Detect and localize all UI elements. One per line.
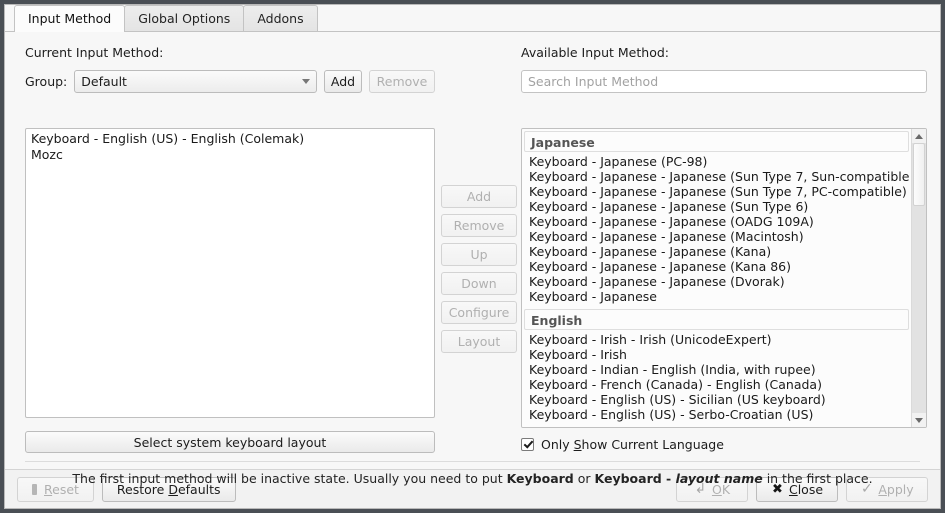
list-item[interactable]: Keyboard - English (US) - Serbo-Croatian… [523, 407, 910, 422]
triangle-down-icon [915, 417, 923, 423]
add-method-button[interactable]: Add [441, 185, 517, 208]
tab-input-method-label: Input Method [28, 11, 112, 26]
tab-global-options[interactable]: Global Options [124, 5, 245, 31]
only-show-current-language-checkbox[interactable] [521, 438, 534, 451]
scrollbar-track[interactable] [912, 143, 926, 413]
chevron-down-icon [302, 79, 310, 84]
hint-bold-keyboard-layout: Keyboard - [594, 471, 676, 486]
remove-group-button-label: Remove [376, 74, 428, 89]
list-item[interactable]: Keyboard - Japanese - Japanese (Sun Type… [523, 184, 910, 199]
list-item[interactable]: Keyboard - French (Canada) - English (Ca… [523, 377, 910, 392]
checkmark-icon: ✓ [860, 480, 873, 497]
configure-button[interactable]: Configure [441, 301, 517, 324]
x-icon: ✖ [772, 481, 783, 497]
current-input-method-label: Current Input Method: [25, 45, 164, 60]
move-up-button-label: Up [470, 247, 488, 262]
group-select-value: Default [81, 74, 127, 89]
hint-italic-layout-name: layout name [675, 471, 763, 486]
list-item[interactable]: Keyboard - Japanese - Japanese (Dvorak) [523, 274, 910, 289]
list-item[interactable]: Keyboard - Japanese - Japanese (OADG 109… [523, 214, 910, 229]
available-list-scrollbar[interactable] [911, 129, 926, 427]
layout-button[interactable]: Layout [441, 330, 517, 353]
category-header-english: English [524, 309, 909, 330]
list-item[interactable]: Keyboard - Irish [523, 347, 910, 362]
list-item[interactable]: Keyboard - English (US) - English (Colem… [26, 131, 434, 147]
list-item[interactable]: Keyboard - Japanese [523, 289, 910, 304]
tab-bar: Input Method Global Options Addons [5, 5, 940, 32]
enter-arrow-icon: ↲ [694, 480, 707, 497]
group-select[interactable]: Default [74, 70, 317, 93]
list-item[interactable]: Keyboard - Indian - English (India, with… [523, 362, 910, 377]
list-item[interactable]: Keyboard - Japanese - Japanese (Macintos… [523, 229, 910, 244]
transfer-button-group: Add Remove Up Down Configure Layout [441, 185, 517, 353]
group-row: Group: Default Add Remove [25, 70, 435, 93]
hint-part2: or [573, 471, 595, 486]
tab-input-method[interactable]: Input Method [14, 5, 126, 32]
available-list-scroll-area: Japanese Keyboard - Japanese (PC-98) Key… [522, 129, 911, 427]
checkbox-label-part2: how Current Language [581, 437, 724, 452]
tab-addons-label: Addons [257, 11, 304, 26]
list-item[interactable]: Keyboard - Japanese - Japanese (Kana) [523, 244, 910, 259]
move-down-button[interactable]: Down [441, 272, 517, 295]
available-input-method-list[interactable]: Japanese Keyboard - Japanese (PC-98) Key… [521, 128, 927, 428]
select-system-keyboard-layout-label: Select system keyboard layout [133, 434, 327, 450]
hint-part1: The first input method will be inactive … [72, 471, 507, 486]
hint-bold-keyboard: Keyboard [506, 471, 574, 486]
search-input[interactable] [521, 70, 927, 93]
scroll-up-button[interactable] [912, 129, 926, 143]
list-item[interactable]: Mozc [26, 147, 434, 163]
category-header-japanese: Japanese [524, 131, 909, 152]
move-down-button-label: Down [461, 276, 497, 291]
current-input-method-list[interactable]: Keyboard - English (US) - English (Colem… [25, 128, 435, 418]
list-item[interactable]: Keyboard - English (US) - Sicilian (US k… [523, 392, 910, 407]
list-item[interactable]: Keyboard - Japanese - Japanese (Sun Type… [523, 199, 910, 214]
tab-global-options-label: Global Options [138, 11, 231, 26]
configure-button-label: Configure [448, 305, 510, 320]
checkbox-label-part1: Only [541, 437, 574, 452]
list-item[interactable]: Keyboard - Japanese - Japanese (Kana 86) [523, 259, 910, 274]
remove-method-button-label: Remove [453, 218, 505, 233]
fcitx-configuration-window: Input Method Global Options Addons Current… [4, 4, 941, 509]
triangle-up-icon [915, 133, 923, 139]
remove-group-button[interactable]: Remove [369, 70, 435, 93]
tab-addons[interactable]: Addons [243, 5, 318, 31]
move-up-button[interactable]: Up [441, 243, 517, 266]
only-show-current-language-row[interactable]: Only Show Current Language [521, 437, 724, 452]
checkbox-label-accel: S [573, 437, 582, 452]
available-input-method-label: Available Input Method: [521, 45, 669, 60]
list-item[interactable]: Keyboard - Japanese - Japanese (Sun Type… [523, 169, 910, 184]
hint-text: The first input method will be inactive … [25, 461, 920, 486]
only-show-current-language-label: Only Show Current Language [541, 437, 724, 452]
group-label: Group: [25, 74, 68, 89]
scroll-down-button[interactable] [912, 413, 926, 427]
available-input-method-section: Available Input Method: [521, 45, 927, 93]
layout-button-label: Layout [457, 334, 501, 349]
input-method-page: Current Input Method: Group: Default Add… [5, 32, 940, 486]
list-item[interactable]: Keyboard - Japanese (PC-98) [523, 154, 910, 169]
list-item[interactable]: Keyboard - Irish - Irish (UnicodeExpert) [523, 332, 910, 347]
scrollbar-thumb[interactable] [913, 143, 925, 206]
select-system-keyboard-layout-button[interactable]: Select system keyboard layout [25, 431, 435, 453]
remove-method-button[interactable]: Remove [441, 214, 517, 237]
add-group-button-label: Add [330, 74, 356, 89]
reset-icon [32, 483, 37, 495]
current-input-method-section: Current Input Method: Group: Default Add… [25, 45, 435, 93]
add-group-button[interactable]: Add [324, 70, 362, 93]
add-method-button-label: Add [466, 189, 492, 204]
